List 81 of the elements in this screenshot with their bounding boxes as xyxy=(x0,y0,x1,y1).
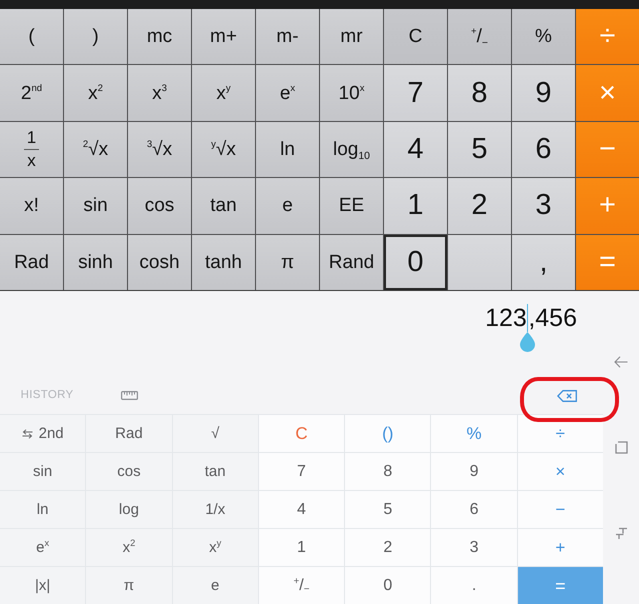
function-key[interactable]: $^{3}$√x xyxy=(128,122,191,178)
function-key[interactable]: cos xyxy=(86,453,172,490)
function-key[interactable]: e xyxy=(256,178,319,234)
digit-key[interactable]: , xyxy=(512,234,575,290)
digit-key[interactable]: 2 xyxy=(345,529,430,566)
cursor-handle-icon[interactable] xyxy=(520,332,536,352)
function-key[interactable]: m+ xyxy=(192,9,255,64)
function-key[interactable]: mc xyxy=(128,9,191,64)
digit-key[interactable]: 8 xyxy=(345,453,430,490)
digit-key[interactable]: 8 xyxy=(448,65,511,121)
function-key[interactable]: x$^{3}$ xyxy=(128,65,191,121)
digit-key[interactable]: 5 xyxy=(448,122,511,178)
left-arrow-icon[interactable] xyxy=(614,356,628,368)
ruler-icon[interactable] xyxy=(120,391,138,400)
function-key[interactable]: x$^{2}$ xyxy=(86,529,172,566)
function-key[interactable]: $^{2}$√x xyxy=(64,122,127,178)
function-key[interactable]: ( xyxy=(0,9,63,64)
function-key[interactable]: tan xyxy=(172,453,258,490)
digit-key[interactable]: 7 xyxy=(384,65,447,121)
swap-arrows-icon xyxy=(22,428,33,438)
backspace-icon[interactable] xyxy=(557,390,577,402)
fraction-key[interactable]: 1 x xyxy=(0,122,63,178)
function-key[interactable]: cosh xyxy=(128,234,191,290)
display-value: 123 xyxy=(485,303,527,333)
function-key[interactable]: $^{y}$√x xyxy=(192,122,255,178)
function-key[interactable]: √ xyxy=(172,415,258,452)
function-key[interactable]: x$^{2}$ xyxy=(64,65,127,121)
digit-key[interactable]: 2 xyxy=(448,178,511,234)
function-key[interactable]: 10$^{x}$ xyxy=(320,65,383,121)
digit-key[interactable]: 6 xyxy=(431,491,517,528)
digit-key[interactable]: 1 xyxy=(384,178,447,234)
digit-key[interactable]: 6 xyxy=(512,122,575,178)
digit-key[interactable]: 9 xyxy=(431,453,517,490)
digit-key[interactable]: 1 xyxy=(258,529,344,566)
display-value: ,456 xyxy=(528,303,577,333)
digit-key[interactable]: 7 xyxy=(258,453,344,490)
function-key[interactable]: π xyxy=(256,234,319,290)
square-icon[interactable] xyxy=(614,440,628,454)
function-key[interactable]: x$^{y}$ xyxy=(192,65,255,121)
function-key[interactable]: ) xyxy=(64,9,127,64)
function-key[interactable]: log xyxy=(86,491,172,528)
function-key[interactable]: x! xyxy=(0,178,63,234)
digit-key[interactable]: 3 xyxy=(431,529,517,566)
text-cursor xyxy=(526,304,528,332)
digit-key[interactable]: 5 xyxy=(345,491,430,528)
function-key[interactable]: |x| xyxy=(0,567,86,604)
function-key[interactable]: Rand xyxy=(320,234,383,290)
digit-key[interactable]: 4 xyxy=(258,491,344,528)
digit-key[interactable]: 9 xyxy=(512,65,575,121)
function-key[interactable]: ln xyxy=(0,491,86,528)
function-key[interactable]: mr xyxy=(320,9,383,64)
function-key[interactable]: sin xyxy=(64,178,127,234)
digit-key[interactable]: 0 xyxy=(384,234,447,290)
function-key[interactable]: cos xyxy=(128,178,191,234)
digit-key[interactable]: 4 xyxy=(384,122,447,178)
step-lines-icon[interactable] xyxy=(614,526,628,540)
function-key[interactable]: 2nd xyxy=(0,415,86,452)
digit-key[interactable]: 3 xyxy=(512,178,575,234)
function-key[interactable]: π xyxy=(86,567,172,604)
function-key[interactable]: $^{+}$/$_{−}$ xyxy=(448,9,511,64)
function-key[interactable]: tanh xyxy=(192,234,255,290)
function-key[interactable]: % xyxy=(512,9,575,64)
digit-key[interactable]: . xyxy=(431,567,517,604)
function-key[interactable]: sin xyxy=(0,453,86,490)
function-key[interactable]: m- xyxy=(256,9,319,64)
function-key[interactable]: sinh xyxy=(64,234,127,290)
function-key[interactable]: x$^{y}$ xyxy=(172,529,258,566)
function-key[interactable]: ln xyxy=(256,122,319,178)
function-key[interactable]: e$^{x}$ xyxy=(256,65,319,121)
function-key[interactable]: tan xyxy=(192,178,255,234)
digit-key[interactable]: $^{+}$/$_{−}$ xyxy=(258,567,344,604)
function-key[interactable]: 1/x xyxy=(172,491,258,528)
function-key[interactable]: log$_{10}$ xyxy=(320,122,383,178)
function-key[interactable]: Rad xyxy=(86,415,172,452)
digit-key[interactable]: 0 xyxy=(345,567,430,604)
function-key[interactable]: EE xyxy=(320,178,383,234)
function-key[interactable]: e xyxy=(172,567,258,604)
function-key[interactable]: C xyxy=(384,9,447,64)
function-key[interactable]: Rad xyxy=(0,234,63,290)
function-key[interactable]: 2$^{nd}$ xyxy=(0,65,63,121)
function-key[interactable]: e$^{x}$ xyxy=(0,529,86,566)
